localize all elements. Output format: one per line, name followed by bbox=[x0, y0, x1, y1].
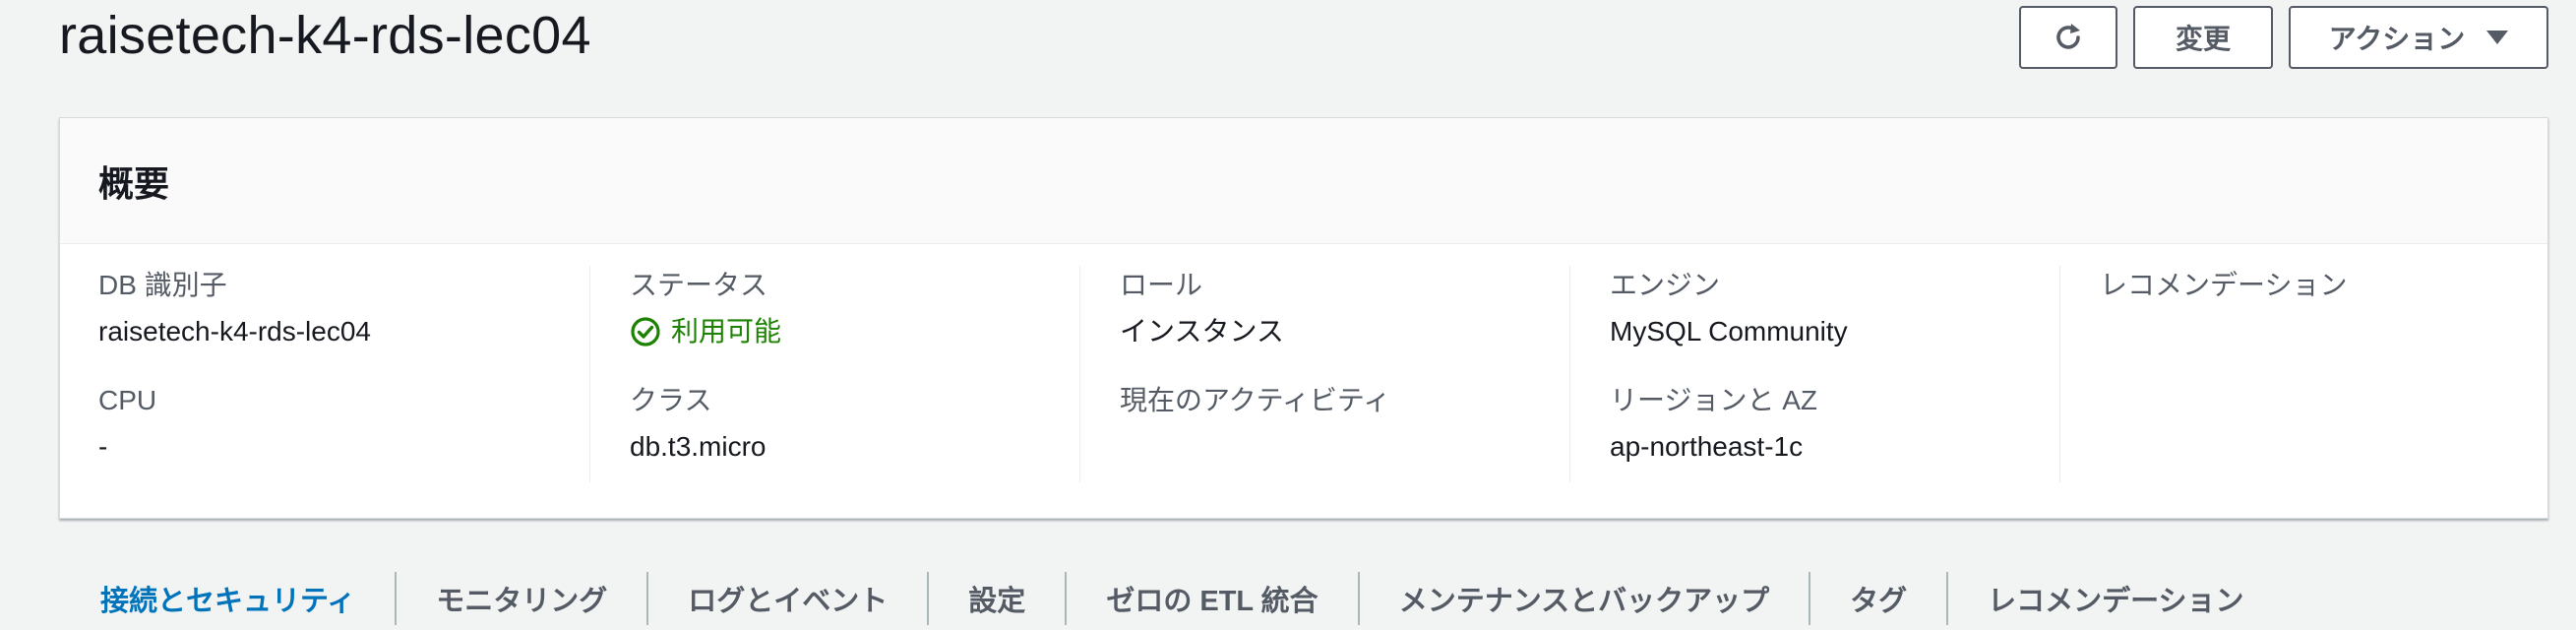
cpu-value: - bbox=[98, 431, 108, 462]
tab-zero-etl[interactable]: ゼロの ETL 統合 bbox=[1065, 572, 1357, 625]
column-status: ステータス 利用可能 クラス db.t3.micro bbox=[589, 266, 1079, 482]
tab-configuration[interactable]: 設定 bbox=[927, 572, 1065, 625]
db-identifier-value: raisetech-k4-rds-lec04 bbox=[98, 316, 371, 346]
status-value: 利用可能 bbox=[630, 312, 1079, 351]
tab-maintenance-backup[interactable]: メンテナンスとバックアップ bbox=[1357, 572, 1809, 625]
tab-connectivity-security[interactable]: 接続とセキュリティ bbox=[59, 572, 395, 625]
role-label: ロール bbox=[1120, 270, 1203, 300]
status-label: ステータス bbox=[630, 270, 768, 300]
summary-header: 概要 bbox=[60, 118, 2547, 244]
region-az-label: リージョンと AZ bbox=[1610, 385, 1817, 415]
tab-logs-events[interactable]: ログとイベント bbox=[646, 572, 927, 625]
modify-button[interactable]: 変更 bbox=[2133, 6, 2273, 69]
engine-value: MySQL Community bbox=[1610, 316, 1848, 346]
check-circle-icon bbox=[631, 317, 660, 346]
actions-dropdown-button[interactable]: アクション bbox=[2289, 6, 2548, 69]
role-value: インスタンス bbox=[1120, 316, 1284, 346]
status-text: 利用可能 bbox=[671, 316, 782, 346]
column-identifier: DB 識別子 raisetech-k4-rds-lec04 CPU - bbox=[98, 266, 590, 482]
tab-monitoring[interactable]: モニタリング bbox=[395, 572, 646, 625]
region-az-value: ap-northeast-1c bbox=[1610, 431, 1804, 462]
summary-panel: 概要 DB 識別子 raisetech-k4-rds-lec04 CPU - ス… bbox=[59, 117, 2548, 519]
db-identifier-label: DB 識別子 bbox=[98, 270, 227, 300]
recommendations-label: レコメンデーション bbox=[2100, 270, 2348, 300]
engine-label: エンジン bbox=[1610, 270, 1721, 300]
class-value: db.t3.micro bbox=[630, 431, 767, 462]
refresh-button[interactable] bbox=[2019, 6, 2117, 69]
caret-down-icon bbox=[2486, 31, 2509, 44]
activity-label: 現在のアクティビティ bbox=[1120, 385, 1391, 415]
cpu-label: CPU bbox=[98, 385, 157, 415]
summary-title: 概要 bbox=[98, 162, 170, 204]
column-recommendations: レコメンデーション bbox=[2059, 266, 2547, 482]
rds-instance-page: raisetech-k4-rds-lec04 変更 アクション 概要 DB 識別… bbox=[0, 0, 2576, 630]
detail-tabs: 接続とセキュリティ モニタリング ログとイベント 設定 ゼロの ETL 統合 メ… bbox=[59, 567, 2284, 630]
tab-tags[interactable]: タグ bbox=[1809, 572, 1946, 625]
refresh-icon bbox=[2056, 24, 2080, 49]
column-engine: エンジン MySQL Community リージョンと AZ ap-northe… bbox=[1569, 266, 2059, 482]
column-role: ロール インスタンス 現在のアクティビティ bbox=[1079, 266, 1569, 482]
actions-label: アクション bbox=[2328, 24, 2466, 54]
class-label: クラス bbox=[630, 385, 712, 415]
tab-recommendations[interactable]: レコメンデーション bbox=[1946, 572, 2283, 625]
page-title: raisetech-k4-rds-lec04 bbox=[59, 6, 591, 65]
